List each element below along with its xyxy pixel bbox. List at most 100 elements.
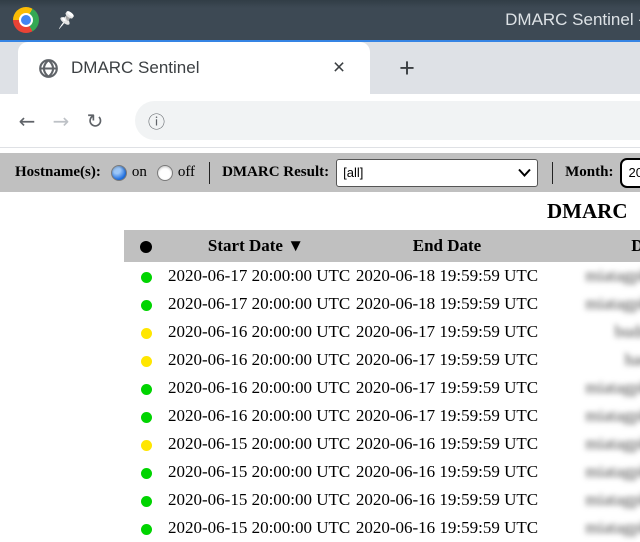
redacted-domain-text: miatagpkibredfgeonw — [585, 294, 640, 313]
dmarc-result-value: [all] — [343, 165, 510, 180]
hostnames-on-label[interactable]: on — [132, 164, 147, 181]
globe-favicon-icon — [38, 58, 59, 79]
redacted-domain-text: miatagpkibredfgeonw — [585, 518, 640, 537]
domain-cell: haerbldcw — [550, 346, 640, 374]
separator — [209, 162, 210, 184]
redacted-domain-text: miatagpkibredfgeonw — [585, 462, 640, 481]
status-cell — [124, 262, 168, 290]
redacted-domain-text: budrweldcrm — [615, 322, 640, 341]
page-title: DMARC — [547, 199, 640, 224]
separator — [552, 162, 553, 184]
hostnames-on-radio[interactable] — [111, 165, 127, 181]
status-column-header — [124, 230, 168, 262]
status-cell — [124, 514, 168, 542]
end-date-cell: 2020-06-17 19:59:59 UTC — [344, 402, 550, 430]
status-dot-icon — [141, 468, 152, 479]
start-date-cell: 2020-06-15 20:00:00 UTC — [168, 514, 344, 542]
status-cell — [124, 458, 168, 486]
tab-close-icon[interactable]: × — [326, 55, 352, 81]
status-cell — [124, 486, 168, 514]
status-dot-icon — [141, 328, 152, 339]
status-dot-icon — [141, 412, 152, 423]
domain-cell: miatagpkibredfgeonw — [550, 290, 640, 318]
end-date-cell: 2020-06-17 19:59:59 UTC — [344, 346, 550, 374]
tab-strip: DMARC Sentinel × + — [0, 42, 640, 94]
reload-icon[interactable]: ↻ — [78, 109, 112, 133]
end-date-column-header[interactable]: End Date — [344, 230, 550, 262]
start-date-cell: 2020-06-17 20:00:00 UTC — [168, 290, 344, 318]
end-date-cell: 2020-06-17 19:59:59 UTC — [344, 318, 550, 346]
status-cell — [124, 290, 168, 318]
address-bar[interactable]: ⓘ — [135, 101, 640, 140]
end-date-cell: 2020-06-17 19:59:59 UTC — [344, 374, 550, 402]
domain-cell: miatagpkibredfgeonw — [550, 262, 640, 290]
status-cell — [124, 430, 168, 458]
domain-column-header[interactable]: Domain — [550, 230, 640, 262]
new-tab-button[interactable]: + — [392, 54, 422, 84]
redacted-domain-text: miatagpkibredfgeonw — [585, 266, 640, 285]
end-date-cell: 2020-06-16 19:59:59 UTC — [344, 458, 550, 486]
start-date-cell: 2020-06-16 20:00:00 UTC — [168, 346, 344, 374]
month-value: 2020-06 — [628, 165, 640, 180]
start-date-column-header[interactable]: Start Date ▼ — [168, 230, 344, 262]
status-dot-icon — [140, 241, 152, 253]
domain-cell: miatagpkibredfgeonw — [550, 402, 640, 430]
tab-title: DMARC Sentinel — [71, 58, 326, 78]
hostnames-label: Hostname(s): — [15, 164, 101, 181]
page-info-icon[interactable]: ⓘ — [148, 108, 165, 133]
pin-icon: 📌 — [56, 10, 77, 30]
domain-cell: miatagpkibredfgeonw — [550, 514, 640, 542]
domain-cell: miatagpkibredfgeonw — [550, 458, 640, 486]
redacted-domain-text: miatagpkibredfgeonw — [585, 406, 640, 425]
table-header-row: Start Date ▼ End Date Domain — [124, 230, 640, 262]
dmarc-report-table: Start Date ▼ End Date Domain 2020-06-17 … — [124, 230, 640, 542]
chevron-down-icon — [518, 168, 531, 177]
table-row: 2020-06-16 20:00:00 UTC2020-06-17 19:59:… — [124, 374, 640, 402]
status-dot-icon — [141, 496, 152, 507]
status-dot-icon — [141, 440, 152, 451]
end-date-cell: 2020-06-16 19:59:59 UTC — [344, 486, 550, 514]
redacted-domain-text: miatagpkibredfgeonw — [585, 434, 640, 453]
domain-cell: miatagpkibredfgeonw — [550, 374, 640, 402]
hostnames-off-label[interactable]: off — [178, 164, 195, 181]
domain-cell: miatagpkibredfgeonw — [550, 430, 640, 458]
browser-tab[interactable]: DMARC Sentinel × — [18, 42, 370, 94]
table-row: 2020-06-17 20:00:00 UTC2020-06-18 19:59:… — [124, 290, 640, 318]
end-date-cell: 2020-06-16 19:59:59 UTC — [344, 514, 550, 542]
redacted-domain-text: miatagpkibredfgeonw — [585, 490, 640, 509]
start-date-cell: 2020-06-16 20:00:00 UTC — [168, 402, 344, 430]
redacted-domain-text: miatagpkibredfgeonw — [585, 378, 640, 397]
table-row: 2020-06-16 20:00:00 UTC2020-06-17 19:59:… — [124, 318, 640, 346]
table-row: 2020-06-15 20:00:00 UTC2020-06-16 19:59:… — [124, 430, 640, 458]
start-date-cell: 2020-06-15 20:00:00 UTC — [168, 486, 344, 514]
filter-toolbar: Hostname(s): on off DMARC Result: [all] … — [0, 153, 640, 192]
table-row: 2020-06-15 20:00:00 UTC2020-06-16 19:59:… — [124, 458, 640, 486]
report-table-body: 2020-06-17 20:00:00 UTC2020-06-18 19:59:… — [124, 262, 640, 542]
table-row: 2020-06-15 20:00:00 UTC2020-06-16 19:59:… — [124, 486, 640, 514]
start-date-cell: 2020-06-16 20:00:00 UTC — [168, 374, 344, 402]
table-row: 2020-06-15 20:00:00 UTC2020-06-16 19:59:… — [124, 514, 640, 542]
start-date-cell: 2020-06-15 20:00:00 UTC — [168, 430, 344, 458]
status-dot-icon — [141, 272, 152, 283]
start-date-cell: 2020-06-17 20:00:00 UTC — [168, 262, 344, 290]
dmarc-result-label: DMARC Result: — [222, 164, 329, 181]
status-dot-icon — [141, 524, 152, 535]
forward-icon[interactable]: → — [44, 109, 78, 133]
status-dot-icon — [141, 384, 152, 395]
back-icon[interactable]: ← — [10, 109, 44, 133]
status-dot-icon — [141, 356, 152, 367]
end-date-cell: 2020-06-18 19:59:59 UTC — [344, 262, 550, 290]
status-cell — [124, 346, 168, 374]
dmarc-result-select[interactable]: [all] — [336, 159, 538, 187]
hostnames-off-radio[interactable] — [157, 165, 173, 181]
month-label: Month: — [565, 164, 613, 181]
window-titlebar: 📌 DMARC Sentinel - — [0, 0, 640, 40]
domain-cell: miatagpkibredfgeonw — [550, 486, 640, 514]
redacted-domain-text: haerbldcw — [625, 350, 640, 369]
browser-toolbar: ← → ↻ ⓘ — [0, 94, 640, 148]
start-date-cell: 2020-06-15 20:00:00 UTC — [168, 458, 344, 486]
chrome-logo-icon — [13, 7, 39, 33]
end-date-cell: 2020-06-16 19:59:59 UTC — [344, 430, 550, 458]
month-select[interactable]: 2020-06 — [620, 158, 640, 188]
table-row: 2020-06-17 20:00:00 UTC2020-06-18 19:59:… — [124, 262, 640, 290]
